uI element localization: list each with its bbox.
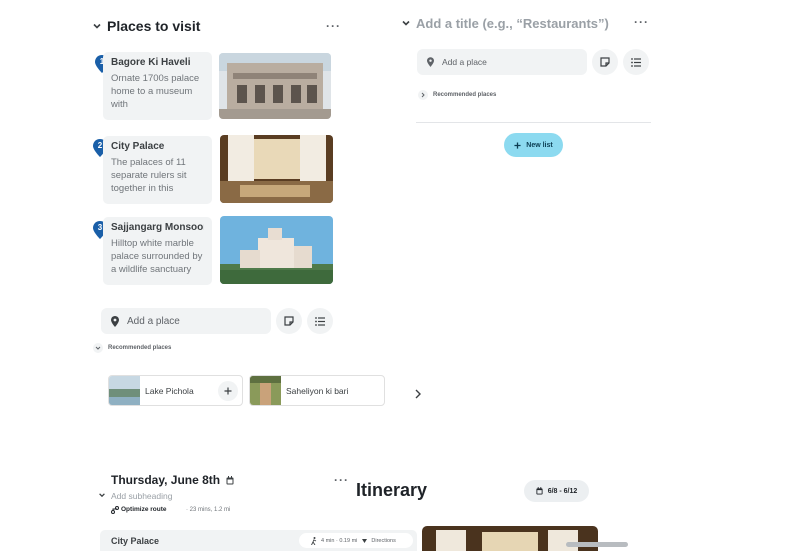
list-menu-button[interactable]: ··· [634, 15, 649, 29]
list-title-input[interactable]: Add a title (e.g., “Restaurants”) [416, 16, 609, 31]
day-title[interactable]: Thursday, June 8th [111, 473, 220, 487]
add-checklist-button[interactable] [623, 49, 649, 75]
recommended-place-name: Saheliyon ki bari [286, 385, 349, 396]
add-place-input[interactable]: Add a place [417, 49, 587, 75]
chevron-right-icon [421, 92, 425, 98]
itinerary-title: Itinerary [356, 480, 428, 500]
place-card-city-palace[interactable]: City Palace The palaces of 11 separate r… [103, 136, 212, 204]
recommended-toggle[interactable] [93, 343, 103, 353]
add-place-placeholder: Add a place [127, 315, 180, 327]
recommended-place-thumbnail [250, 376, 281, 405]
optimize-route-button[interactable]: Optimize route [121, 506, 167, 513]
places-menu-button[interactable]: ··· [326, 19, 341, 33]
places-section-title[interactable]: Places to visit [107, 18, 200, 34]
chevron-down-icon[interactable] [98, 491, 106, 499]
walking-icon [311, 536, 317, 545]
place-name: Sajjangarg Monsoon Pa [111, 222, 204, 233]
route-icon [111, 506, 119, 514]
recommended-place-card[interactable]: Lake Pichola [108, 375, 243, 406]
add-checklist-button[interactable] [307, 308, 333, 334]
stop-photo[interactable] [422, 526, 598, 551]
new-list-label: New list [526, 141, 553, 149]
place-name: City Palace [111, 141, 165, 152]
plus-icon [514, 141, 521, 149]
list-icon [315, 316, 325, 326]
place-description: Ornate 1700s palace home to a museum wit… [111, 73, 200, 110]
travel-time: 4 min · 0.19 mi [321, 537, 358, 544]
chevron-down-icon [95, 346, 101, 350]
recommended-toggle[interactable] [418, 90, 428, 100]
note-icon [600, 57, 610, 67]
calendar-icon [536, 487, 543, 495]
place-photo[interactable] [220, 216, 333, 284]
list-icon [631, 57, 641, 67]
add-note-button[interactable] [592, 49, 618, 75]
add-place-input[interactable]: Add a place [101, 308, 271, 334]
divider [416, 122, 651, 123]
calendar-icon[interactable] [226, 476, 234, 485]
add-place-placeholder: Add a place [442, 57, 487, 67]
new-list-button[interactable]: New list [504, 133, 563, 157]
recommended-place-thumbnail [109, 376, 140, 405]
day-menu-button[interactable]: ··· [334, 473, 349, 487]
recommended-place-name: Lake Pichola [145, 385, 194, 396]
add-recommended-button[interactable] [218, 381, 238, 401]
plus-icon [224, 387, 232, 395]
directions-link[interactable]: Directions [371, 538, 395, 544]
date-range-text: 6/8 - 6/12 [547, 487, 578, 495]
collapse-chevron-icon[interactable] [401, 18, 411, 28]
place-name: Bagore Ki Haveli [111, 57, 191, 68]
scrollbar-handle[interactable] [566, 542, 628, 547]
date-range-button[interactable]: 6/8 - 6/12 [524, 480, 589, 502]
place-description: The palaces of 11 separate rulers sit to… [111, 157, 187, 194]
stop-name: City Palace [111, 536, 160, 546]
route-summary: · 23 mins, 1.2 mi [186, 507, 231, 513]
recommended-place-card[interactable]: Saheliyon ki bari [249, 375, 385, 406]
place-photo[interactable] [219, 53, 331, 119]
note-icon [284, 316, 294, 326]
collapse-chevron-icon[interactable] [92, 21, 102, 31]
travel-info-pill[interactable]: 4 min · 0.19 mi Directions [299, 533, 413, 548]
chevron-right-icon[interactable] [414, 389, 422, 399]
location-pin-icon [111, 315, 119, 327]
place-photo[interactable] [220, 135, 333, 203]
caret-down-icon [362, 538, 368, 543]
itinerary-stop-card[interactable]: City Palace 4 min · 0.19 mi Directions [100, 530, 417, 551]
location-pin-icon [427, 57, 434, 67]
add-note-button[interactable] [276, 308, 302, 334]
place-description: Hilltop white marble palace surrounded b… [111, 238, 203, 275]
recommended-places-label: Recommended places [108, 345, 172, 351]
subheading-input[interactable]: Add subheading [111, 491, 172, 501]
recommended-places-label: Recommended places [433, 92, 497, 98]
place-card-bagore[interactable]: Bagore Ki Haveli Ornate 1700s palace hom… [103, 52, 212, 120]
place-card-sajjangarh[interactable]: Sajjangarg Monsoon Pa Hilltop white marb… [103, 217, 212, 285]
